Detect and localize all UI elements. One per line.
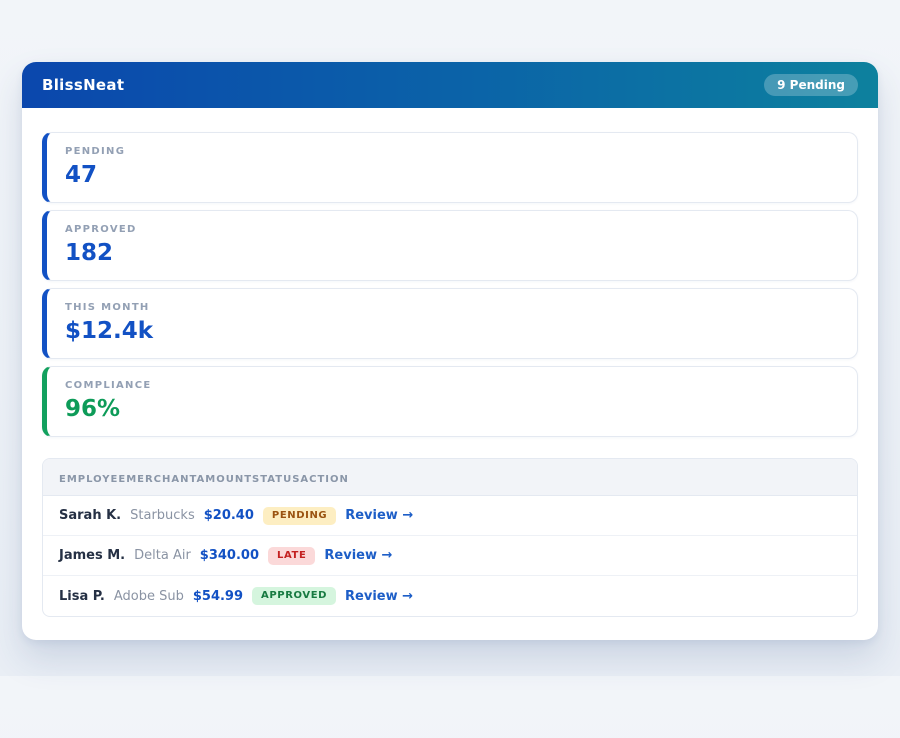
table-header-row: EMPLOYEEMERCHANTAMOUNTSTATUSACTION — [43, 459, 857, 496]
review-link[interactable]: Review → — [324, 548, 392, 563]
column-header-employee: EMPLOYEE — [59, 474, 126, 485]
column-header-status: STATUS — [252, 474, 300, 485]
stat-value: 96% — [65, 396, 839, 422]
merchant-name: Starbucks — [130, 508, 195, 523]
expense-dashboard-panel: BlissNeat 9 Pending PENDING 47 APPROVED … — [22, 62, 878, 640]
status-badge: LATE — [268, 547, 315, 565]
table-row: Lisa P. Adobe Sub $54.99 APPROVED Review… — [43, 576, 857, 616]
pending-count-badge: 9 Pending — [764, 74, 858, 96]
stat-value: $12.4k — [65, 318, 839, 344]
merchant-name: Delta Air — [134, 548, 191, 563]
column-header-amount: AMOUNT — [197, 474, 253, 485]
status-badge: PENDING — [263, 507, 336, 525]
transactions-table: EMPLOYEEMERCHANTAMOUNTSTATUSACTION Sarah… — [42, 458, 858, 617]
app-title: BlissNeat — [42, 76, 124, 94]
employee-name: James M. — [59, 548, 125, 563]
stat-label: COMPLIANCE — [65, 380, 839, 391]
amount-value: $20.40 — [204, 508, 254, 523]
stat-card-compliance: COMPLIANCE 96% — [42, 366, 858, 437]
stat-value: 182 — [65, 240, 839, 266]
merchant-name: Adobe Sub — [114, 589, 184, 604]
review-link[interactable]: Review → — [345, 589, 413, 604]
panel-body: PENDING 47 APPROVED 182 THIS MONTH $12.4… — [22, 108, 878, 640]
table-row: Sarah K. Starbucks $20.40 PENDING Review… — [43, 496, 857, 536]
stat-value: 47 — [65, 162, 839, 188]
table-row: James M. Delta Air $340.00 LATE Review → — [43, 536, 857, 576]
amount-value: $340.00 — [200, 548, 259, 563]
status-badge: APPROVED — [252, 587, 336, 605]
employee-name: Lisa P. — [59, 589, 105, 604]
app-header: BlissNeat 9 Pending — [22, 62, 878, 108]
stat-card-pending: PENDING 47 — [42, 132, 858, 203]
review-link[interactable]: Review → — [345, 508, 413, 523]
stat-label: THIS MONTH — [65, 302, 839, 313]
stat-label: APPROVED — [65, 224, 839, 235]
amount-value: $54.99 — [193, 589, 243, 604]
stat-card-approved: APPROVED 182 — [42, 210, 858, 281]
column-header-action: ACTION — [300, 474, 349, 485]
column-header-merchant: MERCHANT — [126, 474, 196, 485]
stat-card-this-month: THIS MONTH $12.4k — [42, 288, 858, 359]
employee-name: Sarah K. — [59, 508, 121, 523]
stat-label: PENDING — [65, 146, 839, 157]
